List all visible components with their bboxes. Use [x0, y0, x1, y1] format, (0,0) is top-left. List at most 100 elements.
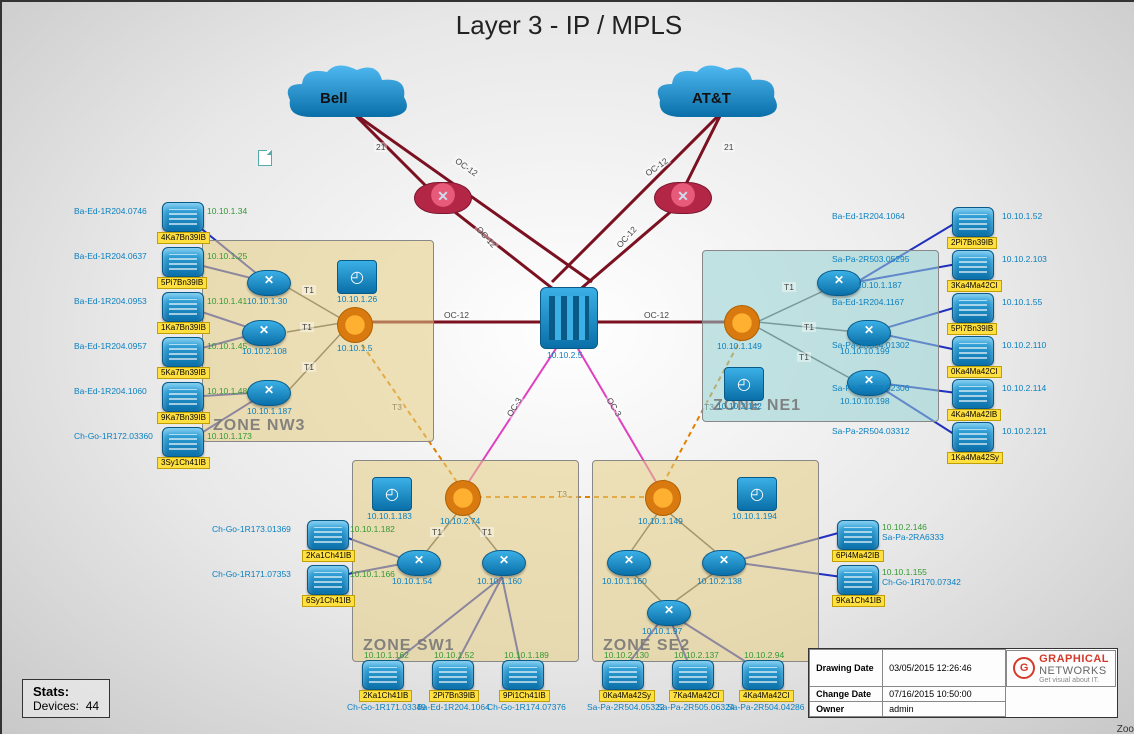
device-r-Ba-Ed-1R204.1064[interactable] [952, 207, 994, 237]
se-side-name-0: Sa-Pa-2RA6333 [882, 532, 944, 542]
edge-router-right[interactable] [654, 182, 712, 214]
nw-sun[interactable] [337, 307, 373, 343]
sw-router-1[interactable] [397, 550, 441, 576]
se-bot-ip-0: 10.10.2.130 [604, 650, 649, 660]
edge-router-left[interactable] [414, 182, 472, 214]
device-ip-0: 10.10.1.34 [207, 206, 247, 216]
sw-sun-ip: 10.10.2.74 [440, 516, 480, 526]
device-name-0: Ba-Ed-1R204.0746 [74, 206, 147, 216]
nw-router-1[interactable] [247, 270, 291, 296]
corner-text: Zoo [1115, 723, 1134, 734]
device-Ba-Ed-1R204.0957[interactable] [162, 337, 204, 367]
nw-srv-ip: 10.10.1.26 [337, 294, 377, 304]
sw-sun[interactable] [445, 480, 481, 516]
nw-router-2[interactable] [242, 320, 286, 346]
brand-cell: G GRAPHICAL NETWORKS Get visual about IT… [1006, 650, 1116, 687]
nw-sun-ip: 10.10.1.5 [337, 343, 372, 353]
device-ip-4: 10.10.1.48 [207, 386, 247, 396]
device-r-Ba-Ed-1R204.1167[interactable] [952, 293, 994, 323]
cloud-att-label: AT&T [692, 90, 731, 107]
se-side-1[interactable] [837, 565, 879, 595]
link-core-l: OC-12 [442, 310, 471, 320]
ne-server[interactable] [724, 367, 764, 401]
device-Ba-Ed-1R204.0746[interactable] [162, 202, 204, 232]
device-r-ip-3: 10.10.2.110 [1002, 340, 1046, 350]
device-r-ip-5: 10.10.2.121 [1002, 426, 1047, 436]
device-tag-5: 3Sy1Ch41IB [157, 457, 210, 469]
link-bell-r: OC-12 [452, 155, 482, 180]
brand-logo-icon: G [1013, 657, 1035, 679]
device-r-tag-5: 1Ka4Ma42Sy [947, 452, 1003, 464]
brand-tag: Get visual about IT. [1039, 677, 1109, 684]
link-bell-l: 21 [374, 142, 387, 152]
device-name-3: Ba-Ed-1R204.0957 [74, 341, 147, 351]
brand-2: NETWORKS [1039, 665, 1107, 677]
device-tag-0: 4Ka7Bn39IB [157, 232, 210, 244]
sw-side-0[interactable] [307, 520, 349, 550]
device-Ba-Ed-1R204.1060[interactable] [162, 382, 204, 412]
se-server[interactable] [737, 477, 777, 511]
sw-side-tag-1: 6Sy1Ch41IB [302, 595, 355, 607]
device-tag-3: 5Ka7Bn39IB [157, 367, 210, 379]
device-r-tag-0: 2Pi7Bn39IB [947, 237, 997, 249]
se-bot-2[interactable] [742, 660, 784, 690]
diagram-title: Layer 3 - IP / MPLS [2, 10, 1134, 41]
nw-router-3[interactable] [247, 380, 291, 406]
se-sun-ip: 10.10.1.149 [638, 516, 683, 526]
core-switch[interactable] [540, 287, 598, 349]
sw-t1-0: T1 [430, 527, 444, 537]
se-r2-ip: 10.10.2.138 [697, 576, 742, 586]
sw-side-1[interactable] [307, 565, 349, 595]
se-side-tag-0: 6Pi4Ma42IB [832, 550, 884, 562]
sw-bot-tag-0: 2Ka1Ch41IB [359, 690, 412, 702]
device-Ch-Go-1R172.03360[interactable] [162, 427, 204, 457]
ne-router-1[interactable] [817, 270, 861, 296]
sw-r1-ip: 10.10.1.54 [392, 576, 432, 586]
link-core-dl: OC-3 [503, 394, 524, 420]
device-r-Sa-Pa-2R504.03312[interactable] [952, 422, 994, 452]
se-side-0[interactable] [837, 520, 879, 550]
nw-t1-1: T1 [300, 322, 314, 332]
device-name-1: Ba-Ed-1R204.0637 [74, 251, 147, 261]
sw-server[interactable] [372, 477, 412, 511]
ne-sun[interactable] [724, 305, 760, 341]
diagram-canvas[interactable]: Layer 3 - IP / MPLS [0, 0, 1134, 734]
nw-r2-ip: 10.10.2.108 [242, 346, 287, 356]
se-bot-tag-1: 7Ka4Ma42CI [669, 690, 724, 702]
se-router-3[interactable] [647, 600, 691, 626]
se-router-2[interactable] [702, 550, 746, 576]
se-r3-ip: 10.10.1.97 [642, 626, 682, 636]
device-r-ip-0: 10.10.1.52 [1002, 211, 1042, 221]
se-sun[interactable] [645, 480, 681, 516]
se-bot-0[interactable] [602, 660, 644, 690]
se-side-name-1: Ch-Go-1R170.07342 [882, 577, 961, 587]
device-Ba-Ed-1R204.0953[interactable] [162, 292, 204, 322]
device-r-Sa-Pa-2R504.01302[interactable] [952, 336, 994, 366]
nw-t1-0: T1 [302, 285, 316, 295]
device-Ba-Ed-1R204.0637[interactable] [162, 247, 204, 277]
ne-sun-ip: 10.10.1.149 [717, 341, 762, 351]
sw-bot-0[interactable] [362, 660, 404, 690]
sw-bot-1[interactable] [432, 660, 474, 690]
se-router-1[interactable] [607, 550, 651, 576]
device-ip-2: 10.10.1.41 [207, 296, 247, 306]
device-name-2: Ba-Ed-1R204.0953 [74, 296, 147, 306]
sw-bot-2[interactable] [502, 660, 544, 690]
nw-server[interactable] [337, 260, 377, 294]
sw-bot-ip-0: 10.10.1.162 [364, 650, 409, 660]
se-bot-ip-1: 10.10.2.137 [674, 650, 719, 660]
link-core-dr: OC-3 [603, 394, 624, 420]
tb-r3v: admin [883, 702, 1006, 717]
se-bot-1[interactable] [672, 660, 714, 690]
note-icon[interactable] [258, 150, 272, 166]
sw-r2-ip: 10.10.1.160 [477, 576, 522, 586]
sw-side-ip-1: 10.10.1.166 [350, 569, 395, 579]
sw-side-ip-0: 10.10.1.182 [350, 524, 395, 534]
sw-router-2[interactable] [482, 550, 526, 576]
device-r-tag-1: 3Ka4Ma42CI [947, 280, 1002, 292]
device-r-Sa-Pa-2R504.02306[interactable] [952, 379, 994, 409]
tb-r1k: Drawing Date [816, 663, 874, 673]
device-r-Sa-Pa-2R503.05295[interactable] [952, 250, 994, 280]
sw-bot-tag-1: 2Pi7Bn39IB [429, 690, 479, 702]
link-att-l: OC-12 [642, 155, 672, 180]
